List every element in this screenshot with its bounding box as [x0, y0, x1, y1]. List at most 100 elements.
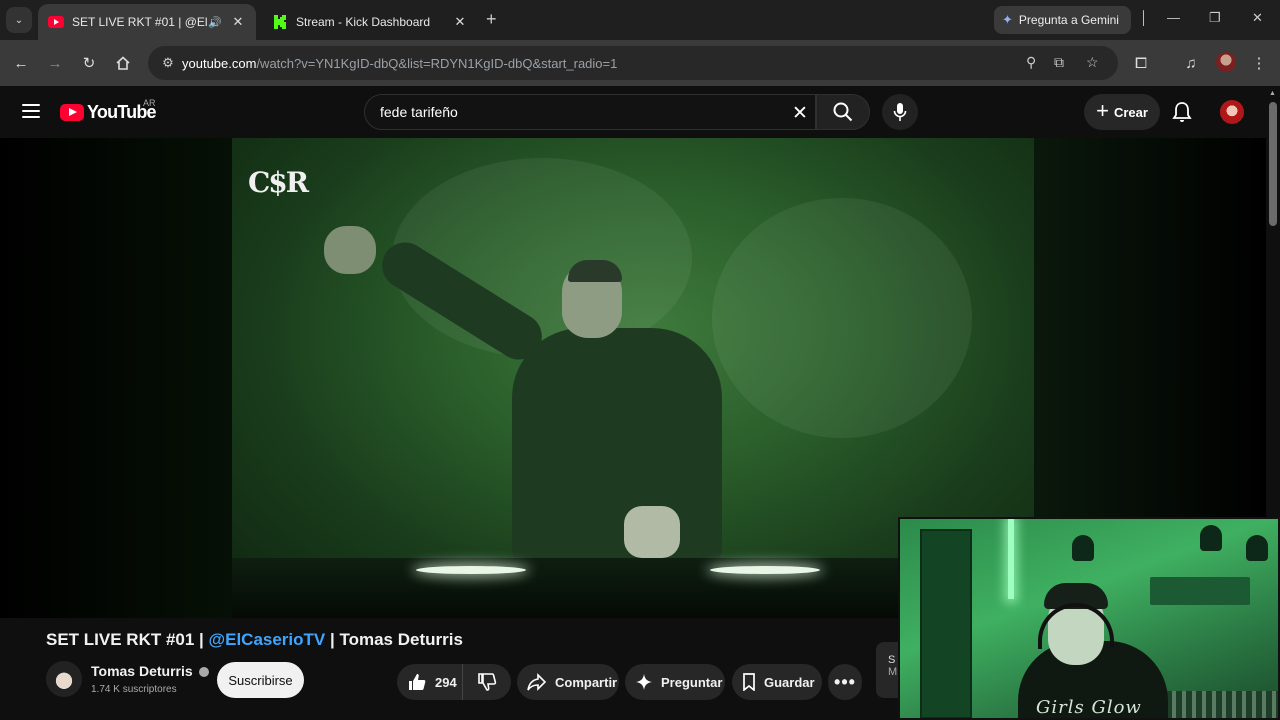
- close-tab-icon[interactable]: ✕: [230, 14, 246, 30]
- share-icon: [527, 673, 547, 691]
- share-button[interactable]: Compartir: [517, 664, 619, 700]
- gemini-button[interactable]: ✦ Pregunta a Gemini: [994, 6, 1131, 34]
- wall-shelf: [1150, 577, 1250, 605]
- channel-name-text: Tomas Deturris: [91, 663, 193, 679]
- url-path: /watch?v=YN1KgID-dbQ&list=RDYN1KgID-dbQ&…: [256, 55, 618, 71]
- account-avatar[interactable]: [1220, 100, 1244, 124]
- youtube-play-logo-icon: [60, 104, 84, 121]
- media-controls-icon[interactable]: ♫: [1180, 52, 1202, 74]
- tab-kick[interactable]: Stream - Kick Dashboard ✕: [262, 4, 478, 40]
- browser-tab-strip: ⌄ SET LIVE RKT #01 | @ElCaserio 🔊 ✕ Stre…: [0, 0, 1280, 40]
- thumbs-down-icon: [478, 673, 497, 691]
- share-label: Compartir: [555, 674, 618, 690]
- scrollbar-thumb[interactable]: [1269, 102, 1277, 226]
- dj-hand: [324, 226, 376, 274]
- close-tab-icon[interactable]: ✕: [452, 14, 468, 30]
- video-title: SET LIVE RKT #01 | @ElCaserioTV | Tomas …: [46, 630, 463, 650]
- like-button[interactable]: 294: [397, 664, 463, 700]
- minimize-icon[interactable]: —: [1167, 10, 1180, 25]
- search-query: fede tarifeño: [380, 104, 458, 120]
- kick-favicon-icon: [272, 14, 288, 30]
- like-count: 294: [435, 674, 457, 690]
- webcam-overlay: Girls Glow: [898, 517, 1280, 720]
- microphone-icon: [893, 103, 907, 121]
- tab-youtube[interactable]: SET LIVE RKT #01 | @ElCaserio 🔊 ✕: [38, 4, 256, 40]
- gemini-sparkle-icon: ✦: [1002, 12, 1013, 27]
- search-icon: [833, 102, 853, 122]
- install-app-icon[interactable]: ⧉: [1054, 54, 1064, 71]
- subscribe-button[interactable]: Suscribirse: [217, 662, 304, 698]
- tab-title: Stream - Kick Dashboard: [296, 15, 431, 29]
- gemini-label: Pregunta a Gemini: [1018, 13, 1119, 27]
- title-mention-link[interactable]: @ElCaserioTV: [209, 630, 326, 649]
- save-button[interactable]: Guardar: [732, 664, 822, 700]
- notifications-bell-icon[interactable]: [1170, 100, 1194, 124]
- channel-avatar[interactable]: [46, 661, 82, 697]
- deck-light: [416, 566, 526, 574]
- side-card-subtext: M: [888, 666, 898, 678]
- channel-watermark-logo: C$R: [248, 166, 309, 199]
- address-bar[interactable]: ⚙ youtube.com /watch?v=YN1KgID-dbQ&list=…: [148, 46, 1118, 80]
- speaker-icon[interactable]: 🔊: [208, 16, 222, 29]
- back-icon[interactable]: ←: [10, 52, 32, 74]
- webcam-door: [920, 529, 972, 718]
- tab-search-button[interactable]: ⌄: [6, 7, 32, 33]
- close-window-icon[interactable]: ✕: [1252, 10, 1263, 26]
- browser-toolbar: ← → ↻ ⚙ youtube.com /watch?v=YN1KgID-dbQ…: [0, 40, 1280, 86]
- forward-icon[interactable]: →: [44, 52, 66, 74]
- dj-cap: [568, 260, 622, 282]
- menu-icon[interactable]: [22, 104, 40, 118]
- more-dots-icon: •••: [834, 671, 856, 692]
- youtube-favicon-icon: [48, 14, 64, 30]
- country-code: AR: [143, 98, 156, 108]
- extensions-icon[interactable]: ⧠: [1130, 52, 1152, 74]
- like-dislike-group: 294: [397, 664, 511, 700]
- reload-icon[interactable]: ↻: [78, 52, 100, 74]
- wall-cap: [1200, 525, 1222, 551]
- deck-light: [710, 566, 820, 574]
- clear-search-icon[interactable]: ✕: [792, 102, 808, 125]
- voice-search-button[interactable]: [882, 94, 918, 130]
- dislike-button[interactable]: [463, 664, 511, 700]
- search-input[interactable]: fede tarifeño: [364, 94, 816, 130]
- browser-profile-avatar[interactable]: [1216, 52, 1236, 72]
- shirt-print: Girls Glow: [1036, 697, 1142, 718]
- webcam-light: [1008, 519, 1014, 599]
- plus-icon: +: [1096, 98, 1109, 123]
- wall-cap: [1072, 535, 1094, 561]
- bookmark-star-icon[interactable]: ☆: [1086, 54, 1099, 71]
- dj-figure: [512, 328, 722, 568]
- youtube-header: YouTube AR fede tarifeño ✕ + Crear: [0, 86, 1266, 138]
- scroll-up-icon[interactable]: ▲: [1269, 90, 1276, 97]
- youtube-logo[interactable]: YouTube: [60, 102, 157, 123]
- more-actions-button[interactable]: •••: [828, 664, 862, 700]
- wall-cap: [1246, 535, 1268, 561]
- bookmark-icon: [743, 673, 755, 691]
- channel-name[interactable]: Tomas Deturris: [91, 663, 209, 679]
- home-icon[interactable]: [112, 52, 134, 74]
- site-settings-icon[interactable]: ⚙: [154, 55, 182, 71]
- ask-label: Preguntar: [661, 674, 723, 690]
- title-suffix: | Tomas Deturris: [325, 630, 463, 649]
- title-prefix: SET LIVE RKT #01 |: [46, 630, 209, 649]
- create-button[interactable]: + Crear: [1084, 94, 1160, 130]
- new-tab-icon[interactable]: +: [486, 9, 497, 30]
- divider: │: [1140, 10, 1149, 25]
- thumbs-up-icon: [409, 674, 426, 690]
- subscriber-count: 1.74 K suscriptores: [91, 684, 177, 695]
- side-card-text: S: [888, 654, 896, 666]
- tab-title: SET LIVE RKT #01 | @ElCaserio: [72, 15, 208, 29]
- search-button[interactable]: [816, 94, 870, 130]
- verified-icon: [198, 667, 209, 678]
- browser-menu-icon[interactable]: ⋮: [1248, 52, 1270, 74]
- restore-icon[interactable]: ❐: [1209, 10, 1221, 26]
- dj-hand-on-deck: [624, 506, 680, 558]
- save-label: Guardar: [764, 674, 815, 690]
- ask-button[interactable]: Preguntar: [625, 664, 725, 700]
- zoom-icon[interactable]: ⚲: [1026, 54, 1036, 71]
- create-label: Crear: [1113, 104, 1148, 120]
- chevron-down-icon: ⌄: [14, 14, 24, 26]
- sparkle-icon: [636, 674, 652, 690]
- url-host: youtube.com: [182, 55, 257, 71]
- ambient-glow-left: [0, 138, 232, 618]
